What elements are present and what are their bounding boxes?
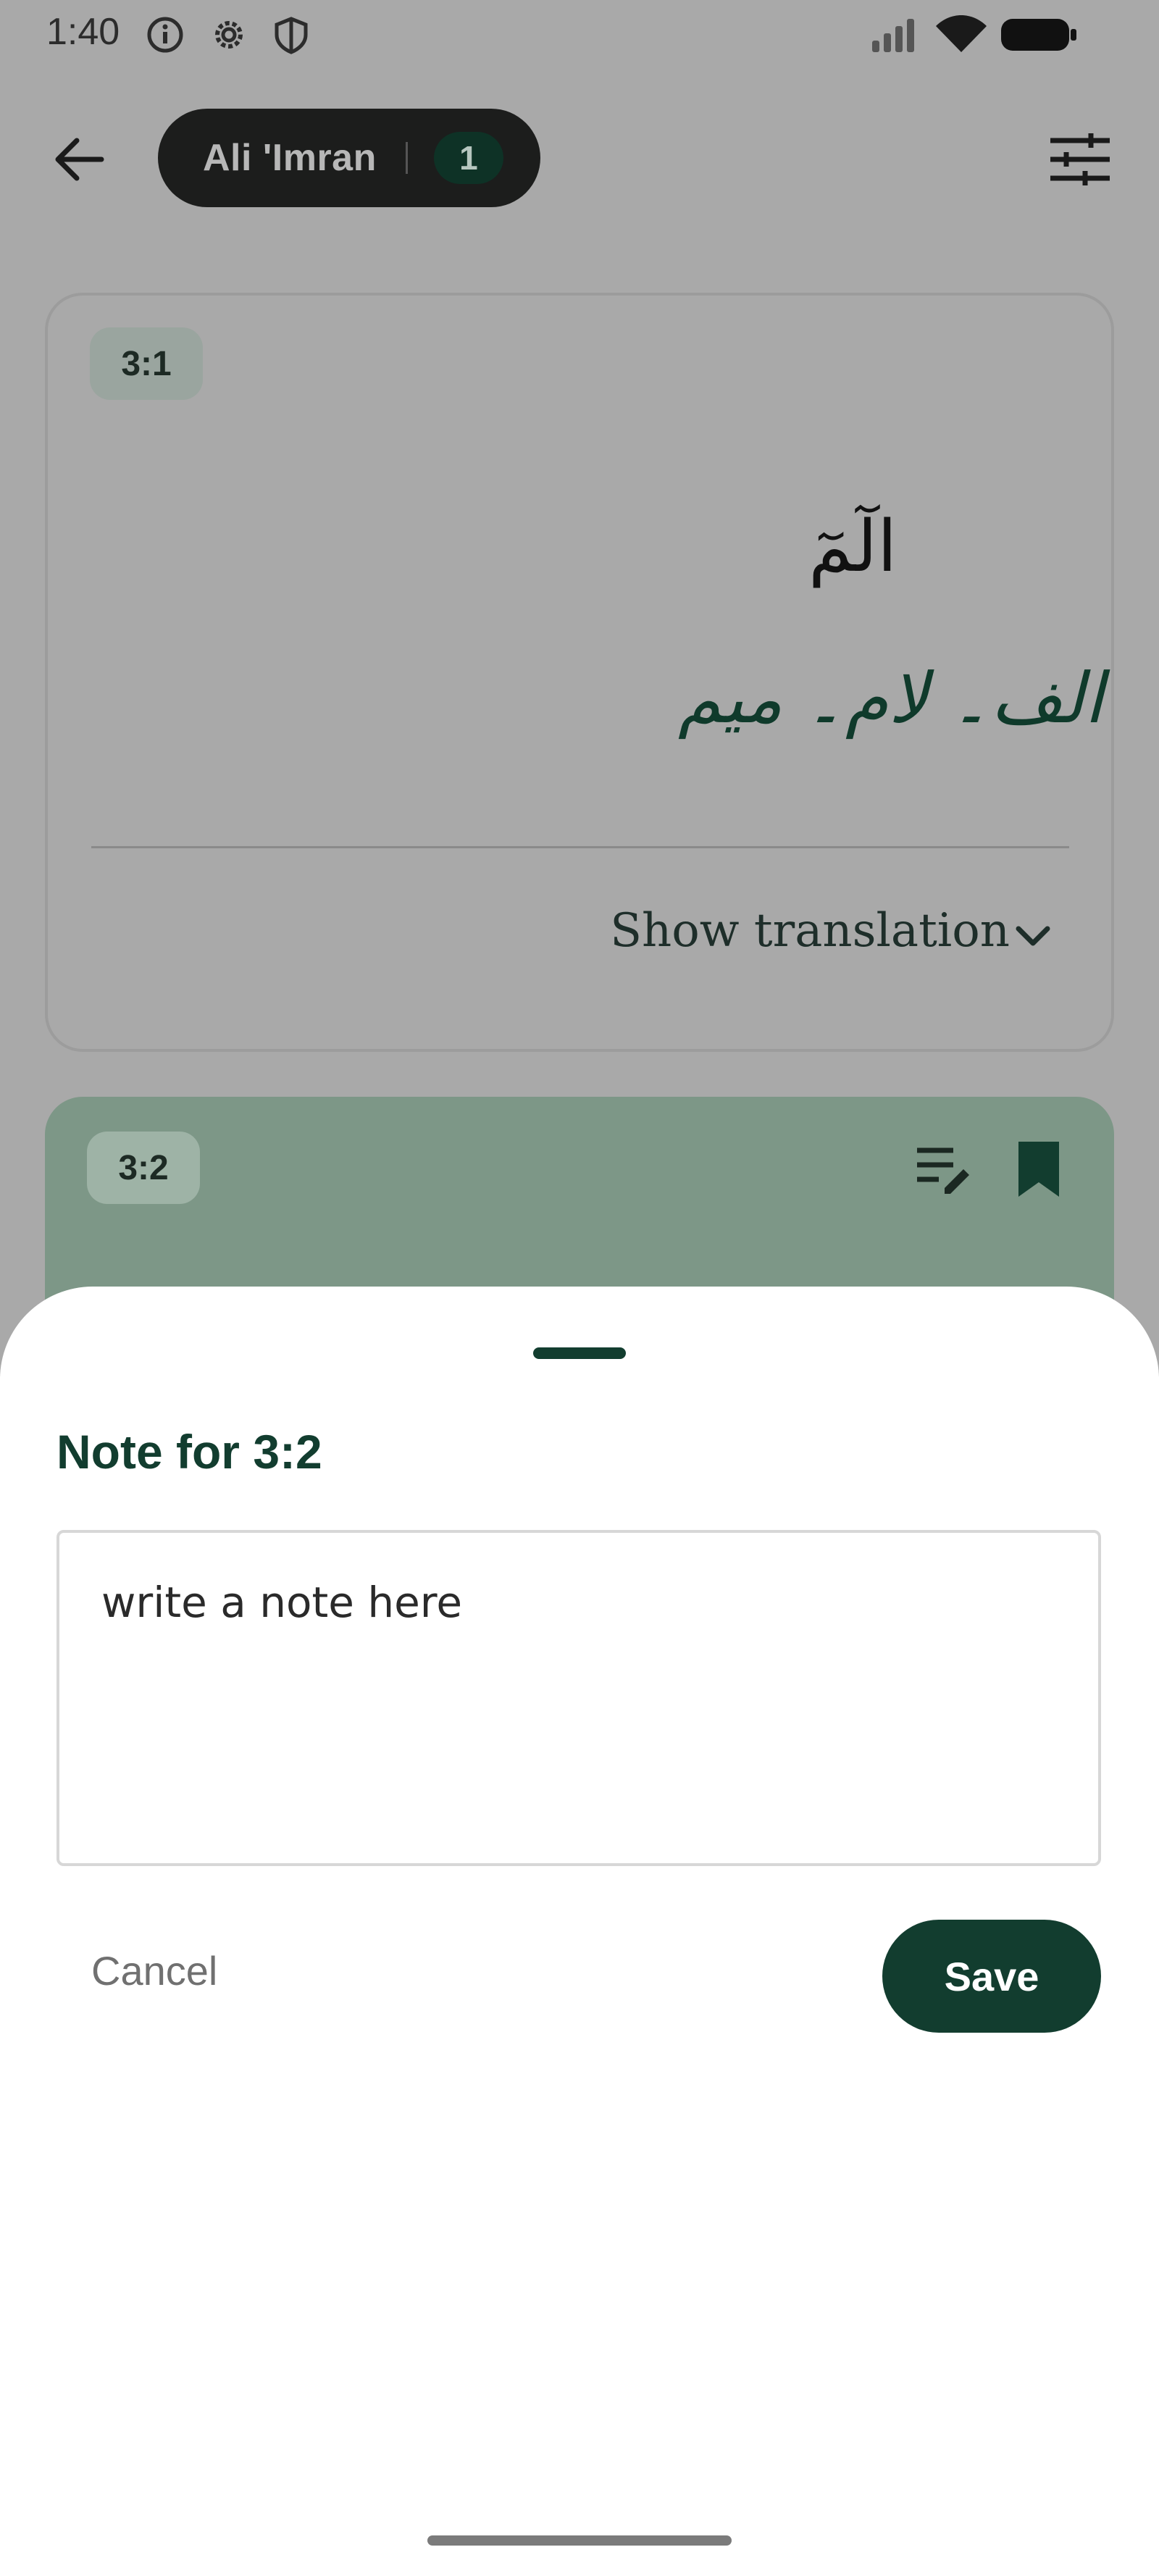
note-input[interactable] <box>57 1530 1101 1866</box>
card-divider <box>91 846 1069 848</box>
battery-icon <box>1001 19 1076 51</box>
cancel-button[interactable]: Cancel <box>91 1947 217 1994</box>
settings-gear-icon <box>215 21 243 49</box>
info-icon <box>147 17 183 53</box>
note-edit-icon[interactable] <box>914 1140 975 1201</box>
shield-icon <box>275 17 308 54</box>
note-bottom-sheet: Note for 3:2 Cancel Save <box>0 1287 1159 2576</box>
surah-name: Ali 'Imran <box>203 137 377 179</box>
back-arrow-icon[interactable] <box>51 130 109 188</box>
pill-divider <box>405 142 408 174</box>
tune-settings-icon[interactable] <box>1047 130 1113 188</box>
sheet-title: Note for 3:2 <box>57 1425 322 1479</box>
status-time: 1:40 <box>46 11 120 53</box>
verse-card-3-1[interactable]: 3:1 الٓمٓ الف۔ لام۔ میم Show translation <box>45 293 1114 1052</box>
chevron-down-icon[interactable] <box>1011 919 1055 955</box>
verse-number-badge: 3:2 <box>87 1132 200 1204</box>
juz-badge: 1 <box>433 132 503 184</box>
signal-icon <box>872 19 914 52</box>
wifi-icon <box>936 15 987 52</box>
home-indicator[interactable] <box>427 2535 732 2546</box>
arabic-text: الٓمٓ <box>808 506 898 588</box>
drag-handle[interactable] <box>533 1347 626 1359</box>
surah-selector[interactable]: Ali 'Imran 1 <box>158 109 540 207</box>
show-translation-button[interactable]: Show translation <box>610 904 1010 958</box>
save-button[interactable]: Save <box>882 1920 1101 2033</box>
verse-number-badge: 3:1 <box>90 327 203 400</box>
urdu-translation-text: الف۔ لام۔ میم <box>678 658 1104 739</box>
bookmark-icon[interactable] <box>1013 1139 1065 1200</box>
